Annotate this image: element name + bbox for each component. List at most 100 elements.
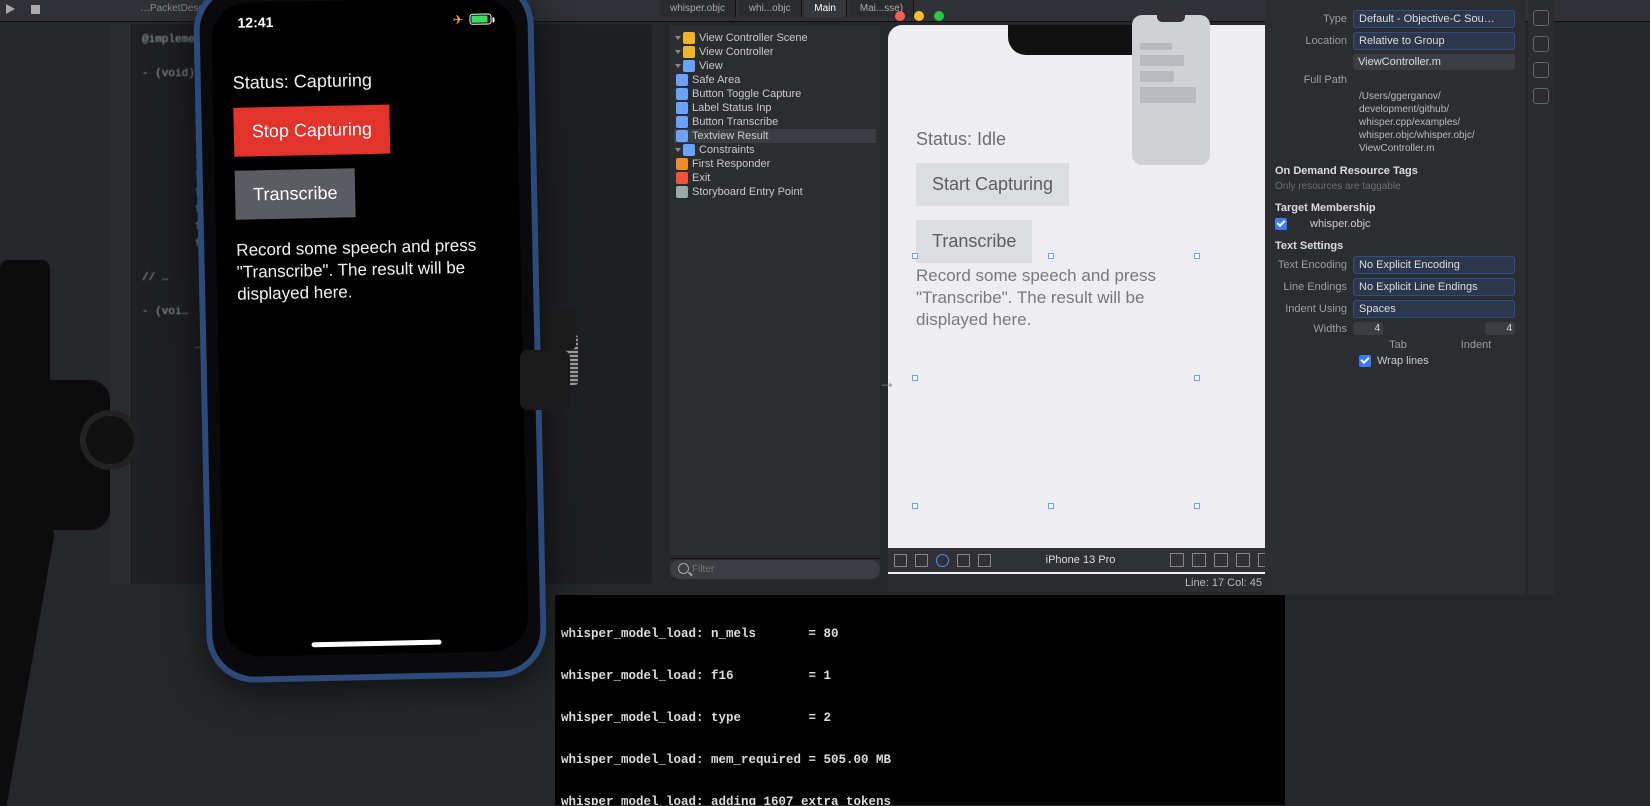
indent-sublabel: Indent (1437, 339, 1515, 351)
outline-row[interactable]: Constraints (674, 143, 876, 157)
inspector-tab-icon[interactable] (1533, 88, 1549, 104)
cursor-position: Line: 17 Col: 45 (888, 574, 1278, 592)
layout-icon[interactable] (894, 554, 907, 567)
outline-row[interactable]: Button Toggle Capture (674, 87, 876, 101)
stop-capturing-button[interactable]: Stop Capturing (233, 105, 390, 157)
fullpath-value: /Users/ggerganov/ development/github/ wh… (1275, 90, 1515, 155)
tab-1[interactable]: whi...objc (739, 0, 802, 17)
membership-row[interactable]: whisper.objc (1275, 218, 1515, 230)
outline-filter-input[interactable] (670, 560, 880, 579)
inspector-rail (1528, 0, 1554, 595)
appearance-icon[interactable] (936, 554, 949, 567)
pin-icon[interactable] (1214, 553, 1228, 567)
align-icon[interactable] (1192, 553, 1206, 567)
outline-label: View Controller Scene (699, 32, 808, 44)
resolve-icon[interactable] (1236, 553, 1250, 567)
layout-icon[interactable] (915, 554, 928, 567)
zoom-icon[interactable] (934, 11, 944, 21)
indent-select[interactable]: Spaces (1353, 300, 1515, 318)
inspector-tab-icon[interactable] (1533, 10, 1549, 26)
outline-label: Textview Result (692, 130, 768, 142)
ib-minimap[interactable] (1132, 15, 1210, 165)
inspector-tab-icon[interactable] (1533, 36, 1549, 52)
button-icon (676, 88, 688, 100)
outline-row[interactable]: Safe Area (674, 73, 876, 87)
inspector-tab-icon[interactable] (1533, 62, 1549, 78)
console-line: whisper_model_load: f16 = 1 (561, 669, 1279, 683)
selection-handle[interactable] (912, 503, 918, 509)
selection-handle[interactable] (1194, 253, 1200, 259)
selection-handle[interactable] (1194, 503, 1200, 509)
membership-heading: Target Membership (1275, 202, 1515, 214)
outline-row[interactable]: View (674, 59, 876, 73)
result-textview[interactable]: Record some speech and press "Transcribe… (916, 265, 1166, 331)
tab-2[interactable]: Main (804, 0, 847, 17)
console-line: whisper_model_load: type = 2 (561, 711, 1279, 725)
run-icon[interactable] (6, 4, 15, 14)
window-traffic-lights (895, 8, 949, 26)
minimize-icon[interactable] (914, 11, 924, 21)
lineendings-select[interactable]: No Explicit Line Endings (1353, 278, 1515, 296)
result-textview: Record some speech and press "Transcribe… (236, 234, 501, 306)
selection-handle[interactable] (1194, 375, 1200, 381)
start-capturing-button[interactable]: Start Capturing (916, 163, 1069, 206)
selection-handle[interactable] (1048, 253, 1054, 259)
tab-width-input[interactable] (1353, 322, 1383, 335)
outline-label: Constraints (699, 144, 755, 156)
clock: 12:41 (237, 14, 273, 31)
orientation-icon[interactable] (957, 554, 970, 567)
wrap-lines-label: Wrap lines (1377, 355, 1429, 367)
location-select[interactable]: Relative to Group (1353, 32, 1515, 50)
device-icon[interactable] (978, 554, 991, 567)
outline-row[interactable]: First Responder (674, 157, 876, 171)
outline-row[interactable]: View Controller (674, 45, 876, 59)
outline-label: Label Status Inp (692, 102, 772, 114)
indent-label: Indent Using (1275, 303, 1353, 315)
phone-clamp (520, 310, 590, 450)
outline-label: View (699, 60, 723, 72)
debug-console[interactable]: whisper_model_load: n_mels = 80 whisper_… (555, 595, 1285, 805)
indent-width-input[interactable] (1485, 322, 1515, 335)
status-label[interactable]: Status: Idle (916, 129, 1006, 150)
checkbox-icon[interactable] (1359, 355, 1371, 367)
search-icon (678, 563, 689, 574)
widths-label: Widths (1275, 323, 1353, 335)
file-inspector: TypeDefault - Objective-C Sou… LocationR… (1265, 0, 1525, 595)
selection-handle[interactable] (1048, 503, 1054, 509)
textview-icon (676, 130, 688, 142)
selection-handle[interactable] (912, 253, 918, 259)
fullpath-label: Full Path (1275, 74, 1353, 86)
home-indicator (312, 640, 442, 648)
device-label[interactable]: iPhone 13 Pro (1046, 554, 1116, 566)
viewcontroller-icon (683, 46, 695, 58)
outline-row[interactable]: Exit (674, 171, 876, 185)
outline-row[interactable]: View Controller Scene (674, 31, 876, 45)
document-outline[interactable]: View Controller Scene View Controller Vi… (670, 25, 880, 555)
stop-icon[interactable] (31, 5, 40, 14)
type-select[interactable]: Default - Objective-C Sou… (1353, 10, 1515, 28)
scene-icon (683, 32, 695, 44)
target-icon (1293, 218, 1305, 230)
encoding-select[interactable]: No Explicit Encoding (1353, 256, 1515, 274)
entry-arrow-icon: → (878, 372, 896, 393)
transcribe-button[interactable]: Transcribe (916, 220, 1032, 263)
checkbox-icon[interactable] (1275, 218, 1287, 230)
outline-row-selected[interactable]: Textview Result (674, 129, 876, 143)
membership-name: whisper.objc (1310, 218, 1371, 230)
outline-row[interactable]: Button Transcribe (674, 115, 876, 129)
close-icon[interactable] (895, 11, 905, 21)
console-line: whisper_model_load: n_mels = 80 (561, 627, 1279, 641)
zoom-icon[interactable] (1170, 553, 1184, 567)
outline-row[interactable]: Storyboard Entry Point (674, 185, 876, 199)
selection-handle[interactable] (912, 375, 918, 381)
outline-row[interactable]: Label Status Inp (674, 101, 876, 115)
outline-label: Safe Area (692, 74, 740, 86)
ib-canvas[interactable]: Status: Idle Start Capturing Transcribe … (888, 25, 1278, 580)
airplane-icon: ✈ (452, 12, 463, 28)
transcribe-button[interactable]: Transcribe (235, 168, 356, 220)
battery-icon (469, 13, 491, 24)
tab-0[interactable]: whisper.objc (660, 0, 736, 17)
outline-label: Exit (692, 172, 710, 184)
textsettings-heading: Text Settings (1275, 240, 1515, 252)
console-line: whisper_model_load: adding 1607 extra to… (561, 795, 1279, 805)
